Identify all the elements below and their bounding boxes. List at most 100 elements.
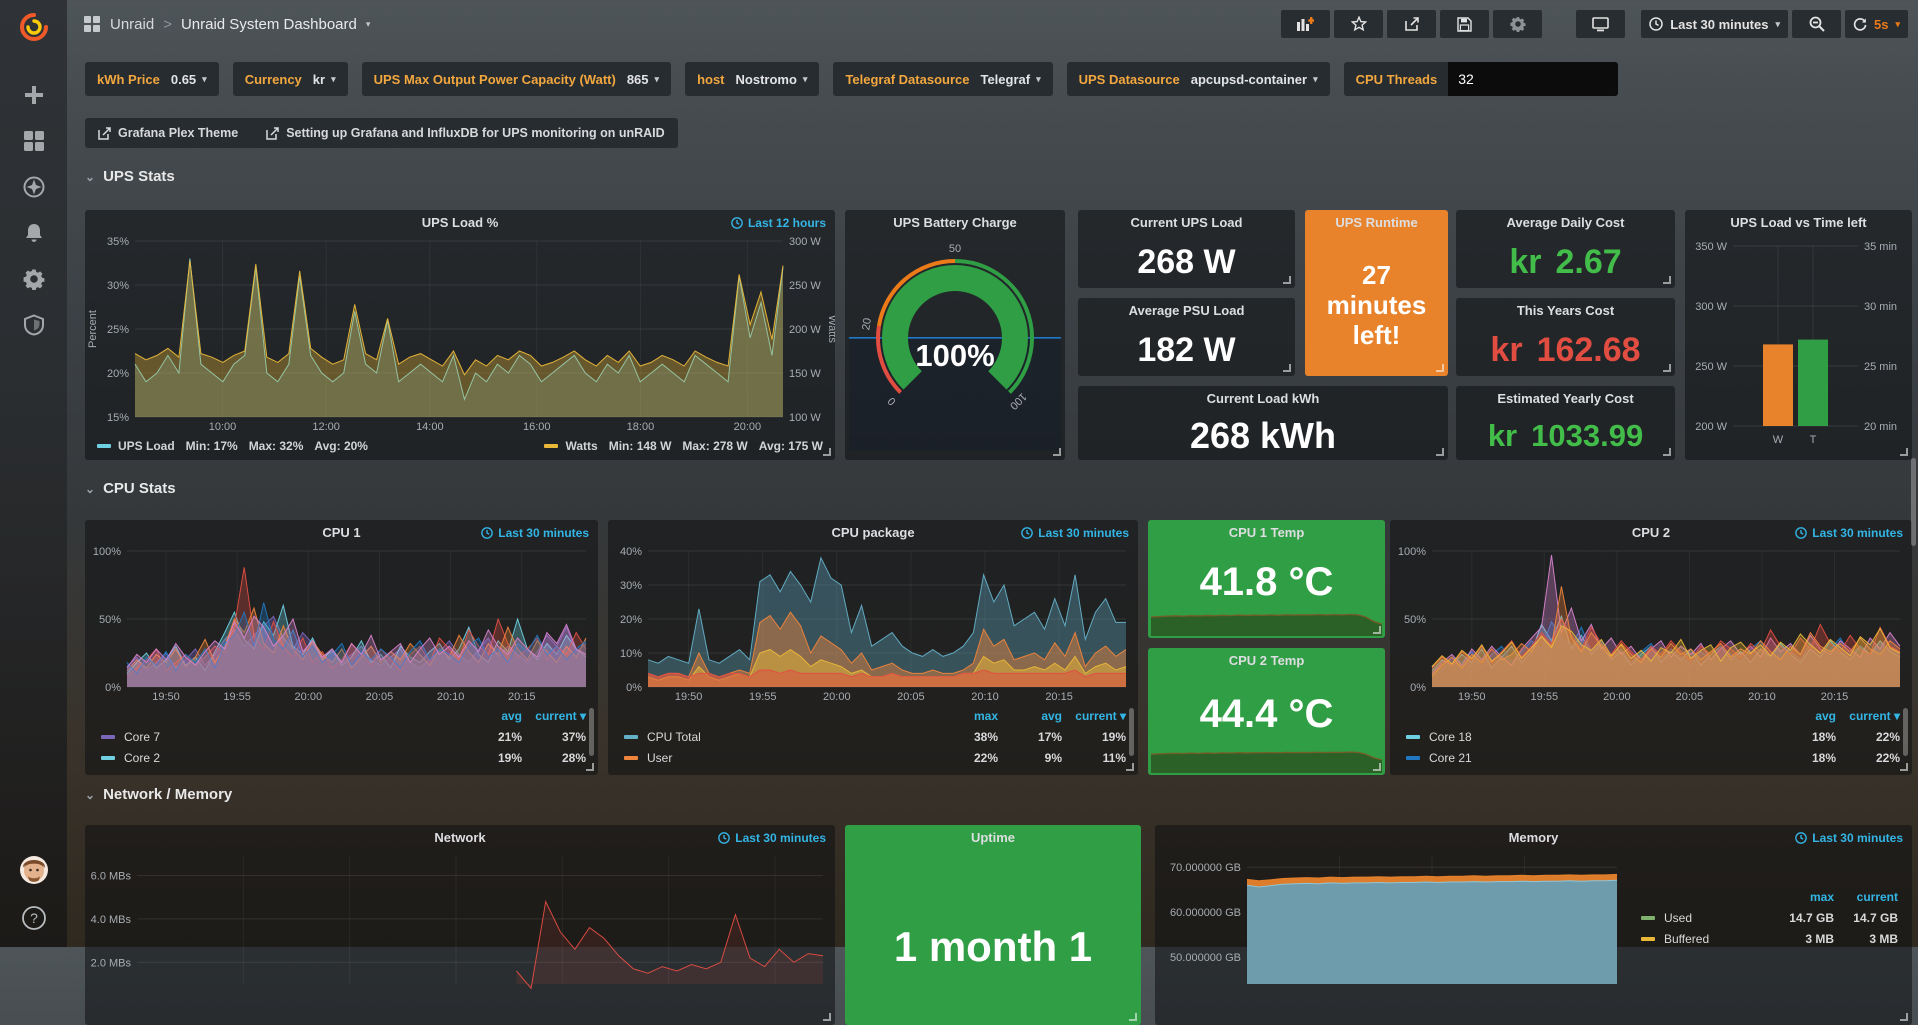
panel-time-override[interactable]: Last 12 hours xyxy=(731,216,826,230)
panel-title[interactable]: Estimated Yearly Cost xyxy=(1456,386,1675,412)
panel-title[interactable]: UPS Load vs Time left xyxy=(1685,210,1912,236)
legend-series-name: Watts xyxy=(565,439,597,453)
svg-text:20%: 20% xyxy=(620,614,642,626)
legend-col-max[interactable]: max xyxy=(1770,890,1834,904)
time-range-picker[interactable]: Last 30 minutes ▾ xyxy=(1641,10,1788,38)
row-header-cpu-stats[interactable]: ⌄CPU Stats xyxy=(85,480,176,497)
svg-text:60.000000 GB: 60.000000 GB xyxy=(1170,907,1241,919)
panel-time-override[interactable]: Last 30 minutes xyxy=(1795,831,1903,845)
dashboard-title-caret-icon[interactable]: ▾ xyxy=(366,19,371,30)
svg-text:Watts: Watts xyxy=(826,315,835,343)
grafana-logo-icon[interactable] xyxy=(19,12,49,42)
panel-time-override[interactable]: Last 30 minutes xyxy=(1021,526,1129,540)
share-dashboard-button[interactable] xyxy=(1387,10,1436,38)
legend-item-user[interactable]: User22%9%11% xyxy=(624,747,1126,768)
variable-ups-datasource[interactable]: UPS Datasourceapcupsd-container▾ xyxy=(1067,62,1330,96)
legend-col-current[interactable]: current ▾ xyxy=(1062,709,1126,723)
configuration-gear-icon[interactable] xyxy=(23,268,45,290)
add-panel-button[interactable] xyxy=(1281,10,1330,38)
legend-col-max[interactable]: max xyxy=(934,709,998,723)
legend-series-name: Core 21 xyxy=(1406,751,1772,765)
variable-telegraf-datasource[interactable]: Telegraf DatasourceTelegraf▾ xyxy=(833,62,1052,96)
legend-item-core-21[interactable]: Core 2118%22% xyxy=(1406,747,1900,768)
ups-bars-chart[interactable]: 200 W250 W300 W350 W20 min25 min30 min35… xyxy=(1685,236,1912,456)
cpu1-chart[interactable]: 0%50%100%19:5019:5520:0020:0520:1020:15 xyxy=(85,546,598,704)
explore-compass-icon[interactable] xyxy=(23,176,45,198)
apps-grid-icon[interactable] xyxy=(83,15,101,33)
panel-title[interactable]: CPU 1 Temp xyxy=(1148,520,1385,546)
ups-load-chart[interactable]: 15%20%25%30%35%100 W150 W200 W250 W300 W… xyxy=(85,236,835,434)
legend-item-used[interactable]: Used14.7 GB14.7 GB xyxy=(1641,907,1898,928)
variable-cpu-threads[interactable]: CPU Threads xyxy=(1344,62,1619,96)
legend-item-buffered[interactable]: Buffered3 MB3 MB xyxy=(1641,928,1898,949)
panel-title[interactable]: Average Daily Cost xyxy=(1456,210,1675,236)
legend-item-core-7[interactable]: Core 721%37% xyxy=(101,726,586,747)
legend-col-avg[interactable]: avg xyxy=(458,709,522,723)
panel-time-override[interactable]: Last 30 minutes xyxy=(1795,526,1903,540)
legend-item-watts[interactable]: WattsMin: 148 WMax: 278 WAvg: 175 W xyxy=(544,439,823,453)
legend-scrollbar-thumb[interactable] xyxy=(1129,708,1134,756)
save-dashboard-button[interactable] xyxy=(1440,10,1489,38)
legend-scrollbar-thumb[interactable] xyxy=(589,708,594,756)
battery-gauge[interactable]: 02050100100% xyxy=(845,236,1065,456)
panel-title[interactable]: CPU 2 Temp xyxy=(1148,648,1385,674)
panel-title[interactable]: Uptime xyxy=(845,825,1141,851)
panel-title[interactable]: UPS Load % xyxy=(85,210,835,236)
cpu-threads-input[interactable] xyxy=(1448,62,1618,96)
legend-scrollbar-thumb[interactable] xyxy=(1903,708,1908,756)
variable-kwh-price[interactable]: kWh Price0.65▾ xyxy=(85,62,219,96)
star-dashboard-button[interactable] xyxy=(1334,10,1383,38)
svg-text:35 min: 35 min xyxy=(1864,241,1897,253)
variable-currency[interactable]: Currencykr▾ xyxy=(233,62,348,96)
svg-text:10%: 10% xyxy=(620,648,642,660)
variable-ups-max-power[interactable]: UPS Max Output Power Capacity (Watt)865▾ xyxy=(362,62,671,96)
variable-host[interactable]: hostNostromo▾ xyxy=(685,62,819,96)
row-header-ups-stats[interactable]: ⌄UPS Stats xyxy=(85,168,175,185)
sparkline-svg xyxy=(1151,737,1382,773)
panel-title[interactable]: Current UPS Load xyxy=(1078,210,1295,236)
legend-item-core-2[interactable]: Core 219%28% xyxy=(101,747,586,768)
dashboard-title[interactable]: Unraid System Dashboard xyxy=(181,16,357,33)
memory-svg: 50.000000 GB60.000000 GB70.000000 GB xyxy=(1155,851,1625,1001)
link-grafana-plex-theme[interactable]: Grafana Plex Theme xyxy=(98,126,238,140)
dashboards-icon[interactable] xyxy=(23,130,45,152)
panel-title[interactable]: UPS Battery Charge xyxy=(845,210,1065,236)
breadcrumb-app[interactable]: Unraid xyxy=(110,16,154,33)
user-avatar[interactable] xyxy=(19,855,49,885)
legend-color-chip xyxy=(1641,937,1655,941)
server-admin-shield-icon[interactable] xyxy=(23,314,45,336)
network-chart[interactable]: 2.0 MBs4.0 MBs6.0 MBs xyxy=(85,851,835,1001)
legend-col-avg[interactable]: avg xyxy=(1772,709,1836,723)
legend-col-current[interactable]: current xyxy=(1834,890,1898,904)
panel-time-override[interactable]: Last 30 minutes xyxy=(718,831,826,845)
panel-title[interactable]: Average PSU Load xyxy=(1078,298,1295,324)
row-header-network-memory[interactable]: ⌄Network / Memory xyxy=(85,786,232,803)
page-scrollbar-thumb[interactable] xyxy=(1911,458,1916,546)
svg-text:?: ? xyxy=(30,910,38,926)
stat-value: 1 month 1 xyxy=(845,923,1141,971)
create-plus-icon[interactable] xyxy=(23,84,45,106)
cycle-view-tv-button[interactable] xyxy=(1576,10,1625,38)
panel-title[interactable]: Current Load kWh xyxy=(1078,386,1448,412)
svg-text:250 W: 250 W xyxy=(789,280,821,292)
panel-time-override[interactable]: Last 30 minutes xyxy=(481,526,589,540)
memory-chart[interactable]: 50.000000 GB60.000000 GB70.000000 GB xyxy=(1155,851,1625,1001)
refresh-picker[interactable]: 5s ▾ xyxy=(1845,10,1908,38)
legend-item-cpu-total[interactable]: CPU Total38%17%19% xyxy=(624,726,1126,747)
legend-item-core-18[interactable]: Core 1818%22% xyxy=(1406,726,1900,747)
cpu2-chart[interactable]: 0%50%100%19:5019:5520:0020:0520:1020:15 xyxy=(1390,546,1912,704)
dashboard-settings-button[interactable] xyxy=(1493,10,1542,38)
zoom-out-time-button[interactable] xyxy=(1792,10,1841,38)
svg-text:20%: 20% xyxy=(107,368,129,380)
panel-title[interactable]: UPS Runtime xyxy=(1305,210,1448,236)
panel-title[interactable]: This Years Cost xyxy=(1456,298,1675,324)
legend-col-current[interactable]: current ▾ xyxy=(522,709,586,723)
help-icon[interactable]: ? xyxy=(21,905,47,931)
legend-col-current[interactable]: current ▾ xyxy=(1836,709,1900,723)
link-ups-monitoring-guide[interactable]: Setting up Grafana and InfluxDB for UPS … xyxy=(266,126,664,140)
cpu-package-chart[interactable]: 0%10%20%30%40%19:5019:5520:0020:0520:102… xyxy=(608,546,1138,704)
panel-current-ups-load: Current UPS Load 268 W xyxy=(1078,210,1295,288)
legend-item-ups-load[interactable]: UPS LoadMin: 17%Max: 32%Avg: 20% xyxy=(97,439,368,453)
legend-col-avg[interactable]: avg xyxy=(998,709,1062,723)
alerting-bell-icon[interactable] xyxy=(23,222,45,244)
